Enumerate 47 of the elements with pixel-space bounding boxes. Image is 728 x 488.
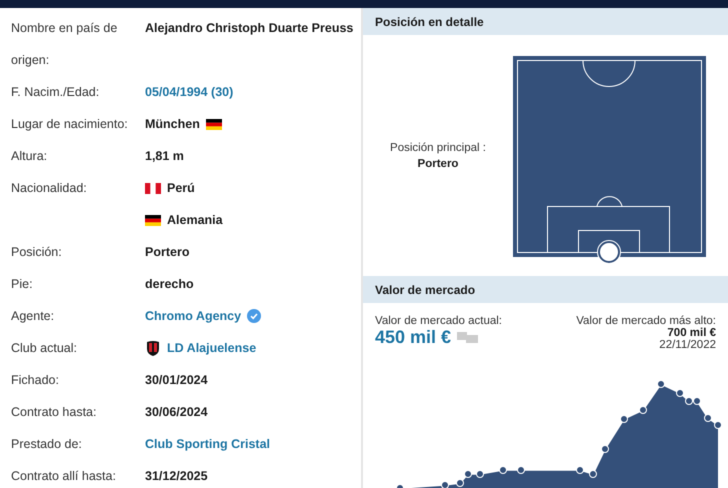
data-point	[589, 470, 597, 478]
field-label: F. Nacim./Edad:	[11, 84, 100, 101]
data-point	[396, 484, 404, 488]
field-label: Lugar de nacimiento:	[11, 116, 129, 133]
value-link[interactable]: Club Sporting Cristal	[145, 437, 270, 451]
data-point	[576, 466, 584, 474]
field-label: Club actual:	[11, 340, 78, 357]
field-value: Alemania	[167, 213, 223, 227]
field-value: Alejandro Christoph Duarte Preuss	[145, 21, 354, 35]
data-point	[704, 414, 712, 422]
data-point	[620, 415, 628, 423]
data-point	[476, 470, 484, 478]
field-label: Nombre en país de origen:	[11, 20, 118, 69]
current-value-label: Valor de mercado actual:	[375, 315, 502, 327]
field-label: Agente:	[11, 308, 56, 325]
section-header: Valor de mercado	[363, 276, 728, 303]
field-value: 31/12/2025	[145, 469, 208, 483]
field-value: Perú	[167, 181, 195, 195]
field-value: München	[145, 117, 200, 131]
data-point	[517, 466, 525, 474]
field-label: Contrato allí hasta:	[11, 468, 117, 485]
field-value: 30/06/2024	[145, 405, 208, 419]
data-point	[601, 445, 609, 453]
highest-value-date: 22/11/2022	[659, 339, 716, 351]
data-point	[499, 466, 507, 474]
position-label: Posición principal :	[390, 142, 486, 154]
field-value: derecho	[145, 277, 194, 291]
field-label: Prestado de:	[11, 436, 83, 453]
field-value: 30/01/2024	[145, 373, 208, 387]
field-label: Nacionalidad:	[11, 180, 88, 197]
section-header: Posición en detalle	[363, 8, 728, 35]
data-point	[639, 406, 647, 414]
speech-bubbles-icon	[457, 332, 480, 344]
value-link[interactable]: LD Alajuelense	[167, 341, 256, 355]
field-label: Contrato hasta:	[11, 404, 98, 421]
highest-value-label: Valor de mercado más alto:	[576, 315, 716, 327]
value-link[interactable]: 05/04/1994 (30)	[145, 85, 234, 99]
field-value: Portero	[145, 245, 190, 259]
field-label: Pie:	[11, 276, 34, 293]
highest-market-value: 700 mil €	[667, 327, 716, 339]
field-label: Posición:	[11, 244, 63, 261]
field-label: Fichado:	[11, 372, 60, 389]
position-value: Portero	[418, 158, 458, 170]
current-market-value: 450 mil €	[375, 327, 452, 348]
field-label: Altura:	[11, 148, 48, 165]
field-value: 1,81 m	[145, 149, 184, 163]
value-link[interactable]: Chromo Agency	[145, 309, 242, 323]
